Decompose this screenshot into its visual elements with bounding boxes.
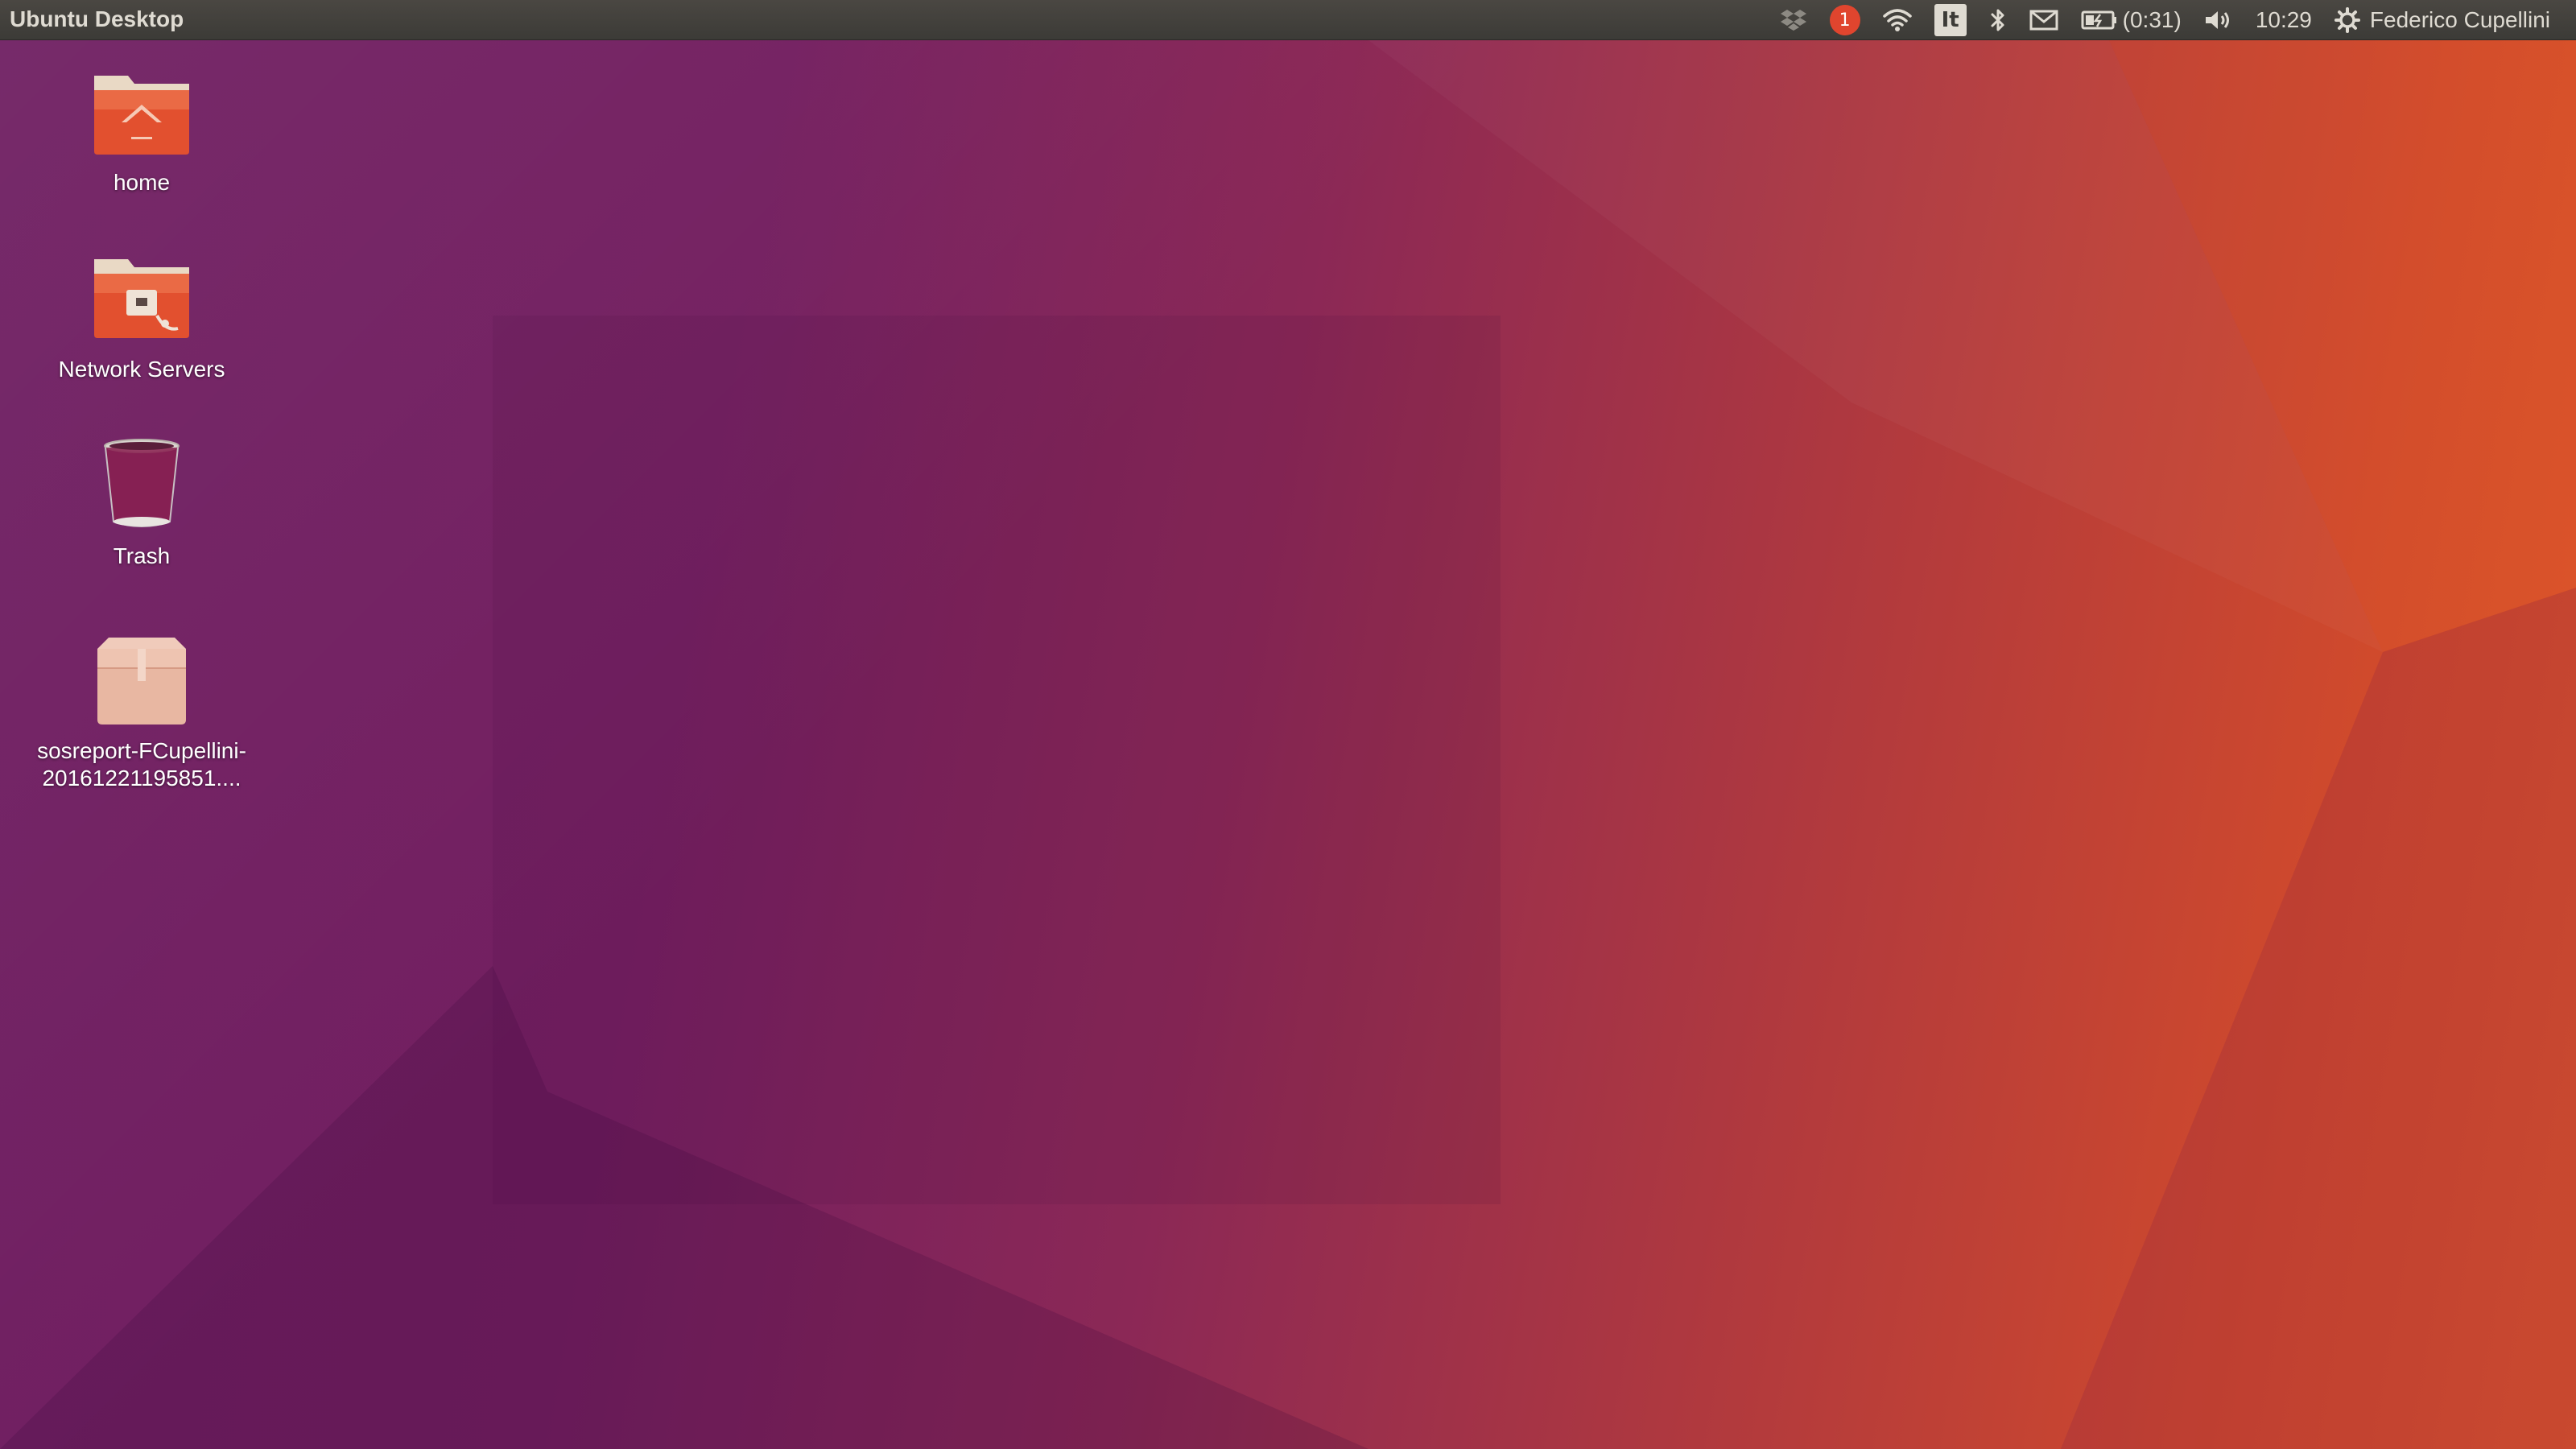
- desktop-screen[interactable]: Ubuntu Desktop 1 It (0:31) 10:29 Federic…: [0, 0, 2576, 1449]
- mail-indicator[interactable]: [2018, 0, 2070, 40]
- volume-indicator[interactable]: [2193, 0, 2244, 40]
- desktop-item-label: Network Servers: [58, 357, 225, 382]
- battery-icon: [2081, 10, 2116, 30]
- notification-indicator[interactable]: 1: [1818, 0, 1872, 40]
- top-panel: Ubuntu Desktop 1 It (0:31) 10:29 Federic…: [0, 0, 2576, 40]
- keyboard-layout-icon: It: [1934, 4, 1967, 36]
- wallpaper-facet: [0, 966, 1368, 1449]
- home-folder-icon: [94, 76, 189, 155]
- session-gear-icon: [2334, 7, 2360, 33]
- desktop-item-trash[interactable]: Trash: [21, 435, 262, 570]
- desktop-item-label: Trash: [113, 543, 171, 568]
- desktop-item-label: home: [113, 170, 171, 195]
- wallpaper-facet: [0, 0, 2576, 1449]
- wallpaper-facet: [493, 316, 1501, 1204]
- notification-count: 1: [1839, 10, 1851, 31]
- wallpaper-facet: [2109, 40, 2576, 652]
- desktop-item-label: sosreport-FCupellini-20161221195851....: [37, 738, 246, 791]
- dropbox-indicator[interactable]: [1769, 0, 1818, 40]
- desktop-item-network-servers[interactable]: Network Servers: [21, 248, 262, 383]
- keyboard-layout-label: It: [1941, 8, 1959, 32]
- notification-icon: 1: [1829, 5, 1860, 35]
- wifi-icon: [1882, 9, 1912, 31]
- bluetooth-indicator[interactable]: [1978, 0, 2018, 40]
- window-title: Ubuntu Desktop: [10, 6, 184, 31]
- network-folder-icon: [94, 259, 189, 338]
- wallpaper-facet: [1368, 40, 2383, 652]
- archive-icon: [97, 638, 186, 724]
- desktop-item-sosreport-archive[interactable]: sosreport-FCupellini-20161221195851....: [21, 630, 262, 792]
- clock-indicator[interactable]: 10:29: [2244, 0, 2323, 40]
- user-name: Federico Cupellini: [2369, 7, 2550, 32]
- bluetooth-icon: [1991, 9, 2004, 31]
- trash-icon: [104, 439, 180, 527]
- battery-time: (0:31): [2122, 7, 2182, 32]
- desktop-item-home[interactable]: home: [21, 61, 262, 196]
- wifi-indicator[interactable]: [1872, 0, 1923, 40]
- clock-time: 10:29: [2255, 7, 2312, 32]
- battery-indicator[interactable]: (0:31): [2070, 0, 2193, 40]
- mail-icon: [2029, 10, 2058, 31]
- dropbox-icon: [1780, 10, 1806, 31]
- volume-icon: [2205, 11, 2229, 29]
- wallpaper-facet: [2061, 588, 2576, 1449]
- session-indicator[interactable]: Federico Cupellini: [2323, 0, 2562, 40]
- keyboard-layout-indicator[interactable]: It: [1923, 0, 1978, 40]
- indicator-area: 1 It (0:31) 10:29 Federico Cupellini: [1769, 0, 2576, 40]
